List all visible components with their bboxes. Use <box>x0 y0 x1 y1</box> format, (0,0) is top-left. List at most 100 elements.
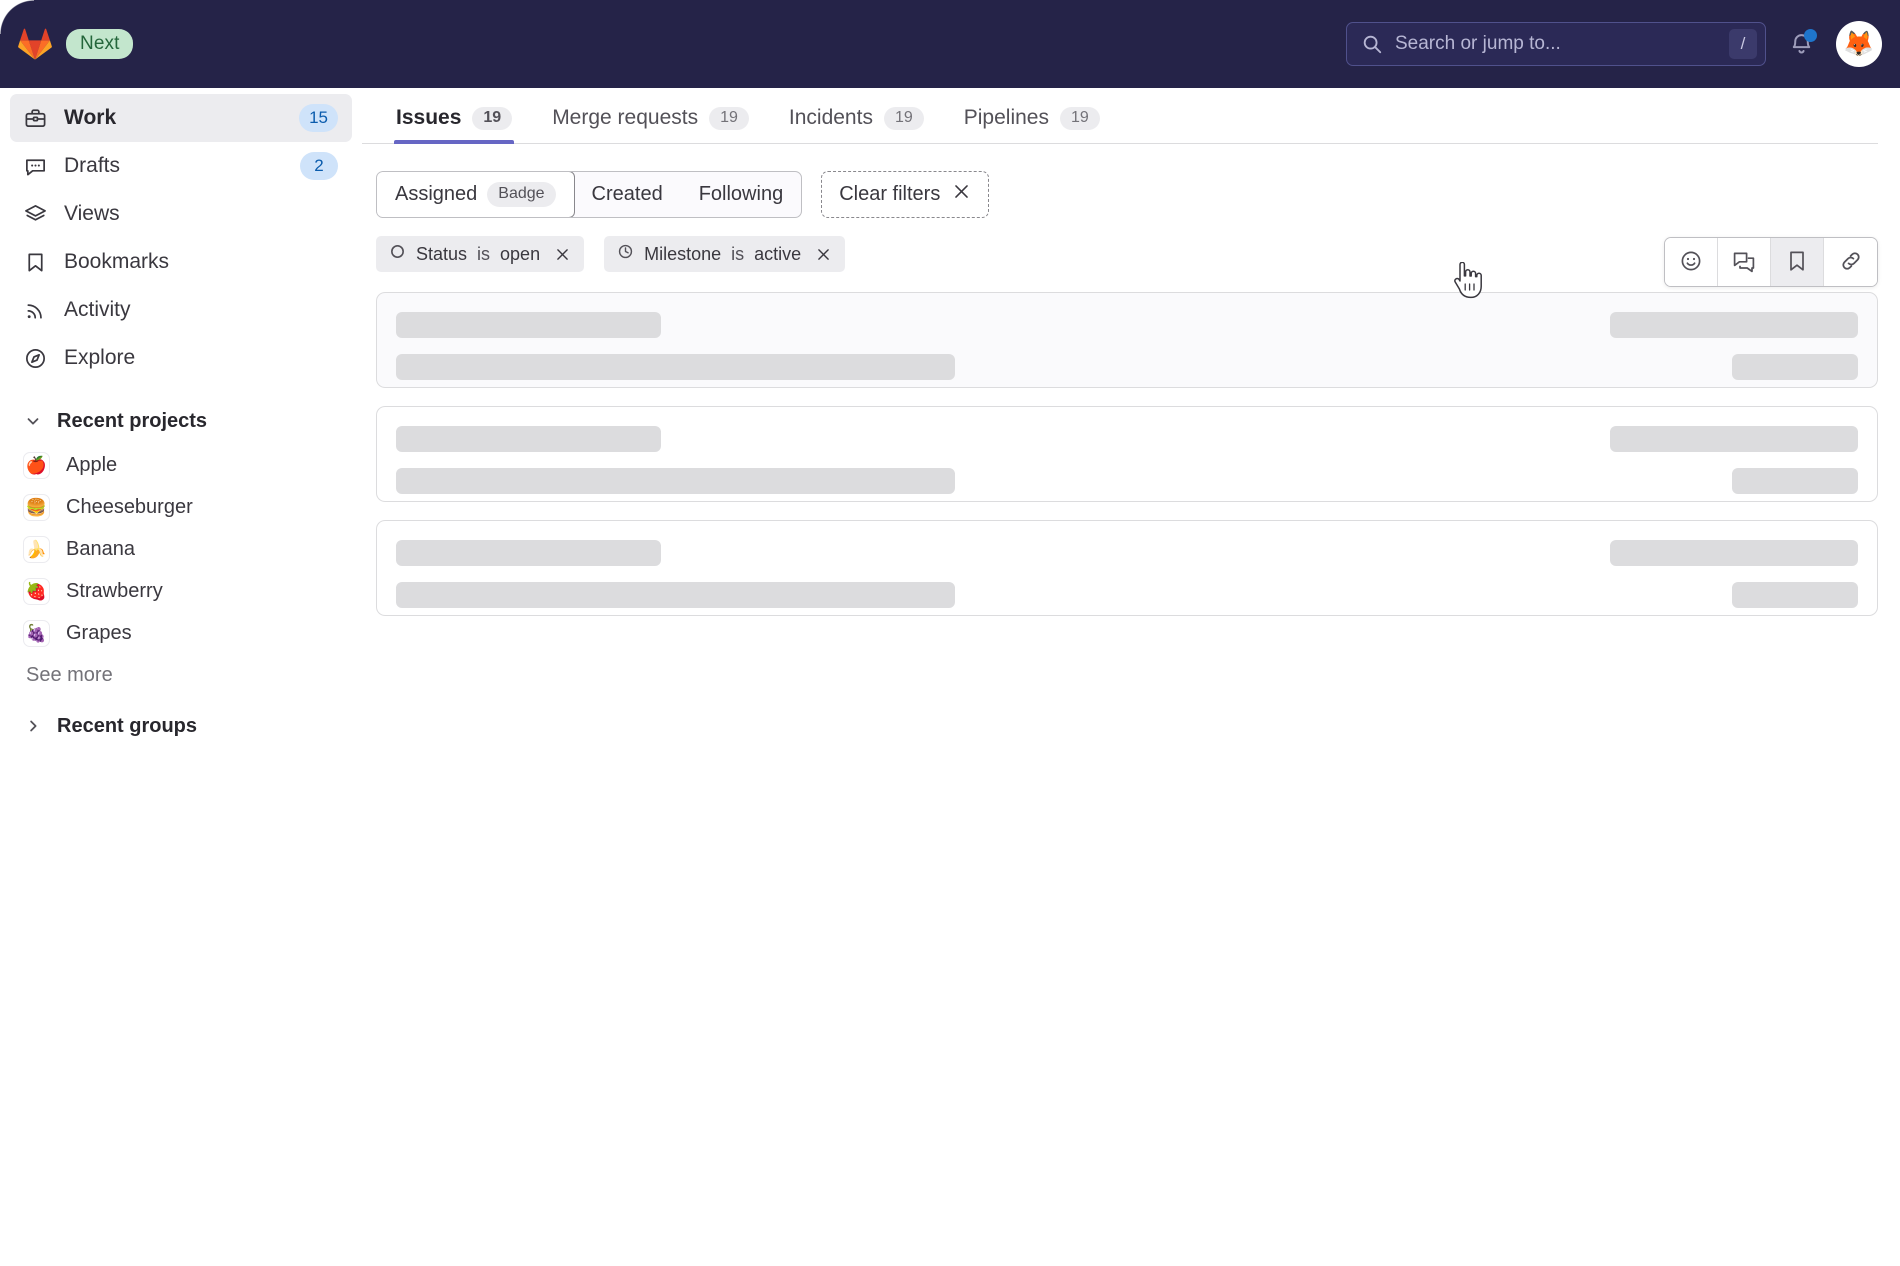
tab-count-badge: 19 <box>1060 107 1100 130</box>
brand-area[interactable]: Next <box>18 27 133 61</box>
sidebar-item-drafts[interactable]: Drafts 2 <box>10 142 352 190</box>
sidebar-project-banana[interactable]: 🍌 Banana <box>10 528 352 570</box>
tab-label: Issues <box>396 106 461 130</box>
tab-label: Pipelines <box>964 106 1049 130</box>
scope-option-label: Following <box>699 183 783 206</box>
project-name: Apple <box>66 454 117 477</box>
search-placeholder: Search or jump to... <box>1395 33 1717 55</box>
see-more-projects-link[interactable]: See more <box>10 654 126 687</box>
skeleton-bar-title <box>396 540 661 566</box>
tab-count-badge: 19 <box>709 107 749 130</box>
skeleton-bar-meta-top <box>1610 312 1858 338</box>
add-reaction-button[interactable] <box>1665 238 1718 286</box>
issue-list <box>362 272 1900 616</box>
skeleton-bar-meta-top <box>1610 540 1858 566</box>
clear-filters-label: Clear filters <box>839 183 940 206</box>
comment-icon <box>1732 249 1756 276</box>
bookmark-button[interactable] <box>1771 238 1824 286</box>
copy-link-button[interactable] <box>1824 238 1877 286</box>
sidebar-item-label: Views <box>64 202 338 226</box>
scope-option-created[interactable]: Created <box>574 172 681 217</box>
project-name: Banana <box>66 538 135 561</box>
scope-option-label: Created <box>592 183 663 206</box>
tab-issues[interactable]: Issues 19 <box>376 106 532 143</box>
scope-option-following[interactable]: Following <box>681 172 801 217</box>
tab-pipelines[interactable]: Pipelines 19 <box>944 106 1120 143</box>
sidebar-project-grapes[interactable]: 🍇 Grapes <box>10 612 352 654</box>
project-avatar: 🍔 <box>23 494 50 521</box>
sidebar: Work 15 Drafts 2 Views <box>0 88 362 1266</box>
sidebar-item-work[interactable]: Work 15 <box>10 94 352 142</box>
briefcase-icon <box>23 106 48 131</box>
sidebar-item-views[interactable]: Views <box>10 190 352 238</box>
content-tabs: Issues 19 Merge requests 19 Incidents 19… <box>362 88 1878 144</box>
token-operator: is <box>731 244 744 265</box>
clear-filters-button[interactable]: Clear filters <box>821 171 989 218</box>
tab-count-badge: 19 <box>884 107 924 130</box>
project-avatar: 🍌 <box>23 536 50 563</box>
search-shortcut-key: / <box>1729 29 1757 59</box>
status-circle-icon <box>389 243 406 265</box>
token-key: Milestone <box>644 244 721 265</box>
scope-option-assigned[interactable]: Assigned Badge <box>376 171 575 218</box>
token-value: open <box>500 244 540 265</box>
issue-card-skeleton[interactable] <box>376 292 1878 388</box>
filter-toolbar: Assigned Badge Created Following Clear f… <box>362 144 1900 218</box>
sidebar-project-strawberry[interactable]: 🍓 Strawberry <box>10 570 352 612</box>
comment-icon <box>23 154 48 179</box>
topbar-right-group: Search or jump to... / 🦊 <box>1346 0 1882 88</box>
skeleton-bar-subtitle <box>396 354 955 380</box>
sidebar-item-label: Explore <box>64 346 338 370</box>
skeleton-bar-subtitle <box>396 582 955 608</box>
sidebar-item-label: Activity <box>64 298 338 322</box>
token-value: active <box>754 244 801 265</box>
project-avatar: 🍓 <box>23 578 50 605</box>
project-avatar: 🍎 <box>23 452 50 479</box>
comment-button[interactable] <box>1718 238 1771 286</box>
sidebar-project-cheeseburger[interactable]: 🍔 Cheeseburger <box>10 486 352 528</box>
token-remove-button[interactable] <box>554 246 571 263</box>
top-navigation-bar: Next Search or jump to... / 🦊 <box>0 0 1900 88</box>
sidebar-item-activity[interactable]: Activity <box>10 286 352 334</box>
main-content: Issues 19 Merge requests 19 Incidents 19… <box>362 88 1900 1266</box>
issue-card-skeleton[interactable] <box>376 520 1878 616</box>
scope-option-label: Assigned <box>395 183 477 206</box>
filter-token-status[interactable]: Status is open <box>376 236 584 272</box>
skeleton-bar-meta-bottom <box>1732 354 1858 380</box>
project-name: Cheeseburger <box>66 496 193 519</box>
layers-icon <box>23 202 48 227</box>
skeleton-bar-title <box>396 312 661 338</box>
notifications-button[interactable] <box>1786 28 1816 60</box>
token-remove-button[interactable] <box>815 246 832 263</box>
tab-incidents[interactable]: Incidents 19 <box>769 106 944 143</box>
notification-dot <box>1804 29 1817 42</box>
sidebar-item-label: Drafts <box>64 154 284 178</box>
compass-icon <box>23 346 48 371</box>
filter-token-milestone[interactable]: Milestone is active <box>604 236 845 272</box>
project-name: Grapes <box>66 622 132 645</box>
bookmark-icon <box>23 250 48 275</box>
sidebar-item-badge: 2 <box>300 152 338 180</box>
sidebar-item-explore[interactable]: Explore <box>10 334 352 382</box>
tab-merge-requests[interactable]: Merge requests 19 <box>532 106 769 143</box>
recent-groups-section-header[interactable]: Recent groups <box>10 703 352 749</box>
tab-label: Incidents <box>789 106 873 130</box>
issue-card-skeleton[interactable] <box>376 406 1878 502</box>
project-avatar: 🍇 <box>23 620 50 647</box>
tab-label: Merge requests <box>552 106 698 130</box>
sidebar-project-apple[interactable]: 🍎 Apple <box>10 444 352 486</box>
link-icon <box>1839 249 1863 276</box>
sidebar-item-label: Work <box>64 106 283 130</box>
avatar[interactable]: 🦊 <box>1836 21 1882 67</box>
sidebar-item-bookmarks[interactable]: Bookmarks <box>10 238 352 286</box>
scope-segmented-control: Assigned Badge Created Following <box>376 171 802 218</box>
chevron-down-icon <box>23 412 43 430</box>
sidebar-item-label: Bookmarks <box>64 250 338 274</box>
gitlab-logo-icon[interactable] <box>18 27 52 61</box>
recent-projects-section-header[interactable]: Recent projects <box>10 398 352 444</box>
sidebar-item-badge: 15 <box>299 104 338 132</box>
emoji-icon <box>1679 249 1703 276</box>
search-input[interactable]: Search or jump to... / <box>1346 22 1766 66</box>
quick-actions-toolbar <box>1664 237 1878 287</box>
chevron-right-icon <box>23 717 43 735</box>
